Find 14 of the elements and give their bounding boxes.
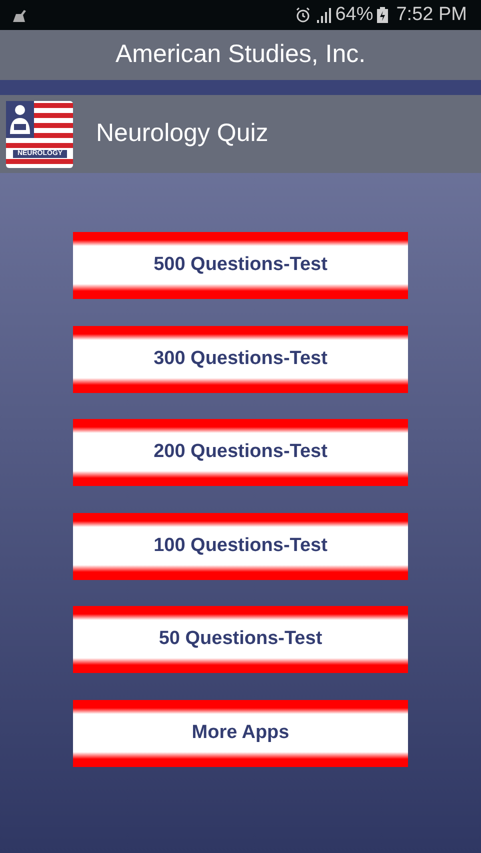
test-button[interactable]: 300 Questions-Test [73, 326, 408, 392]
app-title: American Studies, Inc. [115, 39, 366, 70]
battery-icon [377, 7, 388, 23]
quiz-title: Neurology Quiz [96, 118, 268, 150]
battery-percent: 64% [335, 2, 374, 27]
test-button[interactable]: 50 Questions-Test [73, 606, 408, 673]
test-button[interactable]: More Apps [73, 700, 408, 766]
test-button[interactable]: 500 Questions-Test [73, 232, 408, 299]
test-button[interactable]: 100 Questions-Test [73, 512, 408, 580]
alarm-icon [295, 7, 312, 23]
test-button[interactable]: 200 Questions-Test [73, 419, 408, 486]
clock: 7:52 PM [396, 2, 467, 27]
flag-icon [6, 100, 73, 168]
signal-icon [315, 7, 332, 23]
